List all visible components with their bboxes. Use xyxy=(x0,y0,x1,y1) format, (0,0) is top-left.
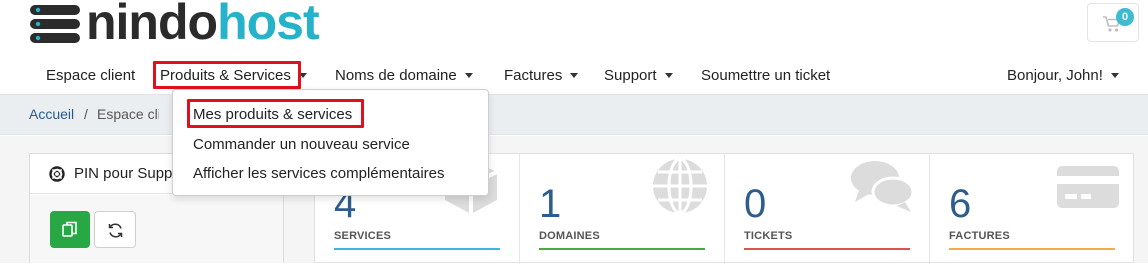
stat-tile-tickets[interactable]: 0 TICKETS xyxy=(725,154,930,264)
stat-value: 6 xyxy=(949,182,972,226)
main-nav: Espace client Produits & Services Noms d… xyxy=(0,58,1148,94)
stat-tile-factures[interactable]: 6 FACTURES xyxy=(930,154,1135,264)
credit-card-icon xyxy=(1057,166,1119,208)
nav-item-label: Noms de domaine xyxy=(335,67,457,84)
highlight-box-produits xyxy=(153,61,301,89)
breadcrumb-home-link[interactable]: Accueil xyxy=(29,106,74,122)
nav-item-espace-client[interactable]: Espace client xyxy=(46,58,135,94)
nav-item-account[interactable]: Bonjour, John! xyxy=(1007,58,1119,94)
cart-button[interactable]: 0 xyxy=(1087,3,1139,42)
stat-tile-domaines[interactable]: 1 DOMAINES xyxy=(520,154,725,264)
highlight-box-mes-produits xyxy=(187,99,364,128)
site-header: nindohost 0 xyxy=(0,0,1148,56)
logo-wordmark-dark: nindo xyxy=(86,0,218,50)
account-greeting: Bonjour, John! xyxy=(1007,67,1103,84)
stat-accent-bar xyxy=(744,248,910,250)
stat-accent-bar xyxy=(334,248,500,250)
copy-icon xyxy=(62,221,77,237)
server-stack-icon xyxy=(30,5,80,43)
support-pin-actions xyxy=(30,195,283,263)
breadcrumb-current: Espace client xyxy=(97,106,159,122)
globe-icon xyxy=(653,157,707,215)
stat-label: SERVICES xyxy=(334,230,392,242)
nav-item-label: Factures xyxy=(504,67,563,84)
stat-value: 1 xyxy=(539,182,562,226)
stat-accent-bar xyxy=(539,248,705,250)
stat-label: DOMAINES xyxy=(539,230,600,242)
comments-icon xyxy=(851,161,915,212)
nav-item-factures[interactable]: Factures xyxy=(504,58,579,94)
copy-pin-button[interactable] xyxy=(50,211,90,248)
nav-item-support[interactable]: Support xyxy=(604,58,673,94)
caret-down-icon xyxy=(464,73,473,78)
stat-label: FACTURES xyxy=(949,230,1010,242)
logo-wordmark-teal: host xyxy=(217,0,320,50)
caret-down-icon xyxy=(570,73,579,78)
breadcrumb-separator: / xyxy=(84,106,88,122)
nav-item-soumettre-ticket[interactable]: Soumettre un ticket xyxy=(701,58,830,94)
logo-wordmark: nindohost xyxy=(86,0,320,50)
life-ring-icon xyxy=(49,166,65,182)
refresh-icon xyxy=(108,223,123,238)
nav-item-label: Soumettre un ticket xyxy=(701,67,831,84)
dropdown-item-commander-service[interactable]: Commander un nouveau service xyxy=(193,136,410,153)
cart-count-badge: 0 xyxy=(1116,8,1134,26)
regenerate-pin-button[interactable] xyxy=(94,211,136,248)
produits-services-dropdown: Mes produits & services Commander un nou… xyxy=(172,89,489,196)
stat-value: 0 xyxy=(744,182,767,226)
stat-accent-bar xyxy=(949,248,1115,250)
caret-down-icon xyxy=(1110,73,1119,78)
dropdown-item-services-complementaires[interactable]: Afficher les services complémentaires xyxy=(193,165,444,182)
caret-down-icon xyxy=(664,73,673,78)
nindohost-logo[interactable]: nindohost xyxy=(28,0,320,50)
nav-item-label: Support xyxy=(604,67,657,84)
stat-label: TICKETS xyxy=(744,230,793,242)
nav-item-label: Espace client xyxy=(46,67,136,84)
